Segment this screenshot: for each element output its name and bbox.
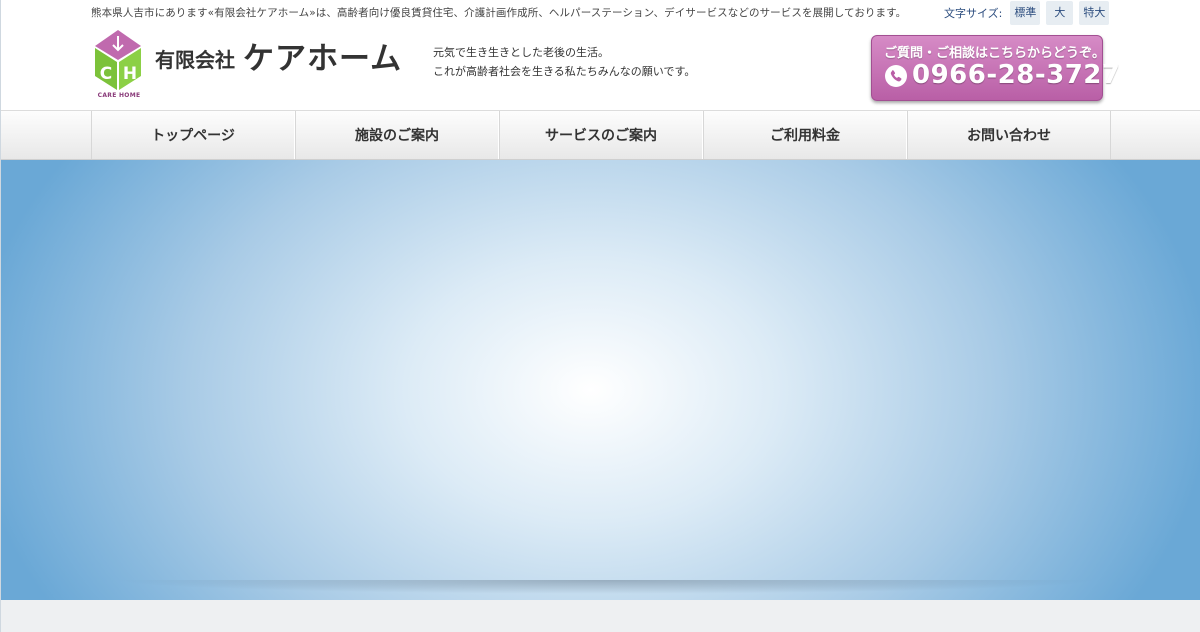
slogan-line-1: 元気で生き生きとした老後の生活。 [433,46,609,59]
hero-shadow [111,580,1101,594]
site-tagline: 熊本県人吉市にあります«有限会社ケアホーム»は、高齢者向け優良賃貸住宅、介護計画… [91,7,907,19]
nav-item-fees[interactable]: ご利用料金 [703,111,907,159]
contact-inquiry-text: ご質問・ご相談はこちらからどうぞ。 [884,46,1106,61]
svg-text:C: C [100,64,112,84]
company-main-name: ケアホーム [243,41,403,77]
font-size-large-button[interactable]: 大 [1046,1,1074,25]
slogan-line-2: これが高齢者社会を生きる私たちみんなの願いです。 [433,65,696,78]
nav-item-facilities[interactable]: 施設のご案内 [295,111,499,159]
phone-number: 0966-28-3727 [912,60,1121,90]
global-navigation: トップページ 施設のご案内 サービスのご案内 ご利用料金 お問い合わせ [1,110,1200,160]
page: 熊本県人吉市にあります«有限会社ケアホーム»は、高齢者向け優良賃貸住宅、介護計画… [0,0,1200,632]
nav-list: トップページ 施設のご案内 サービスのご案内 ご利用料金 お問い合わせ [91,111,1111,161]
font-size-extra-large-button[interactable]: 特大 [1079,1,1110,25]
company-prefix: 有限会社 [155,48,235,72]
content-area-top [1,600,1200,632]
nav-item-services[interactable]: サービスのご案内 [499,111,703,159]
nav-item-contact[interactable]: お問い合わせ [907,111,1111,159]
slogan: 元気で生き生きとした老後の生活。 これが高齢者社会を生きる私たちみんなの願いです… [433,43,695,81]
phone-icon [885,65,907,87]
company-name[interactable]: 有限会社 ケアホーム [155,42,402,76]
font-size-standard-button[interactable]: 標準 [1010,1,1041,25]
svg-text:H: H [123,64,137,84]
logo-caption: CARE HOME [97,92,141,99]
nav-item-top[interactable]: トップページ [91,111,295,159]
top-strip: 熊本県人吉市にあります«有限会社ケアホーム»は、高齢者向け優良賃貸住宅、介護計画… [1,0,1200,26]
contact-banner[interactable]: ご質問・ご相談はこちらからどうぞ。 0966-28-3727 [871,35,1120,101]
font-size-label: 文字サイズ: [944,7,1003,20]
care-home-logo-icon[interactable]: C H [92,28,144,100]
hero-banner [1,160,1200,600]
font-size-switcher: 文字サイズ: 標準 大 特大 [944,0,1110,26]
